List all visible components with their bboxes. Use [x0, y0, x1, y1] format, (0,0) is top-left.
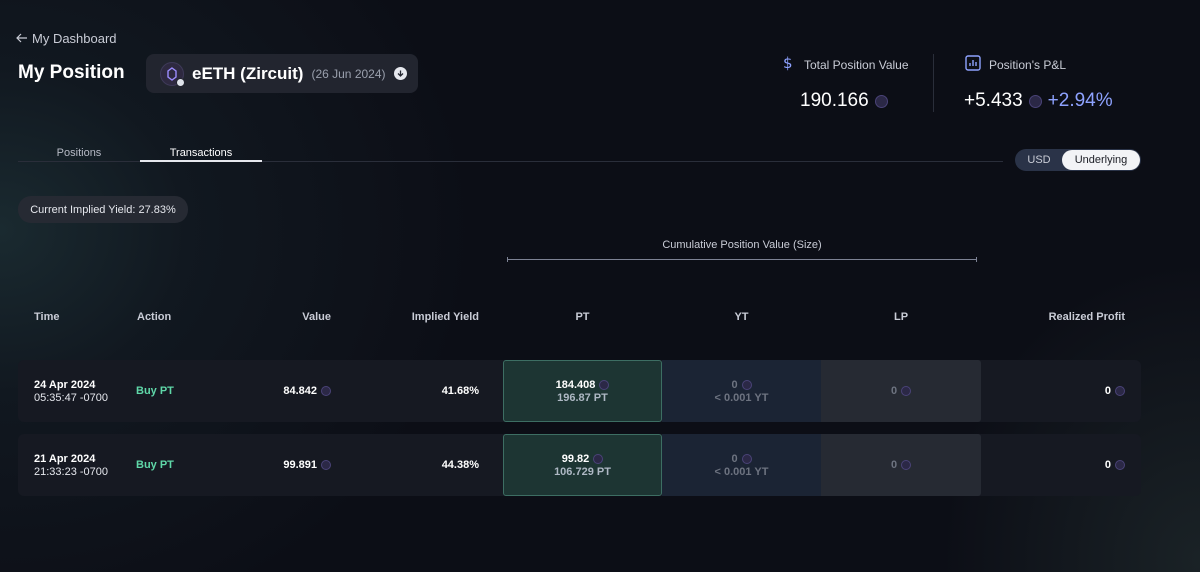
row-value-text: 99.891	[283, 459, 317, 471]
col-header-value: Value	[302, 311, 331, 323]
lp-value: 0	[890, 459, 912, 471]
col-header-lp: LP	[893, 311, 909, 323]
lp-value: 0	[890, 385, 912, 397]
market-selector[interactable]: eETH (Zircuit) (26 Jun 2024)	[146, 54, 418, 93]
lp-value-text: 0	[890, 459, 898, 471]
total-value-text: 190.166	[800, 90, 869, 111]
cumulative-position-header: Cumulative Position Value (Size)	[662, 239, 822, 251]
toggle-underlying[interactable]: Underlying	[1062, 150, 1140, 170]
stats-divider	[933, 54, 934, 112]
row-value: 84.842	[283, 385, 331, 397]
row-lp-cell: 0	[821, 434, 981, 496]
underlying-token-icon	[741, 379, 752, 390]
row-date: 24 Apr 2024	[34, 379, 96, 391]
download-icon[interactable]	[393, 67, 407, 80]
row-realized-profit: 0	[1105, 459, 1125, 471]
back-to-dashboard-link[interactable]: My Dashboard	[16, 31, 117, 46]
pt-value-text: 99.82	[561, 452, 590, 465]
tab-positions[interactable]: Positions	[18, 147, 140, 159]
yt-size: < 0.001 YT	[714, 465, 769, 478]
chain-badge-icon	[176, 77, 185, 87]
profit-text: 0	[1104, 459, 1111, 471]
pnl-percent: +2.94%	[1047, 90, 1113, 111]
row-implied-yield: 41.68%	[441, 385, 479, 397]
row-yt-cell: 0 < 0.001 YT	[662, 360, 821, 422]
table-row: 21 Apr 2024 21:33:23 -0700 Buy PT 99.891…	[18, 434, 1141, 496]
position-pnl-value: +5.433 +2.94%	[964, 90, 1113, 112]
row-time: 21:33:23 -0700	[34, 466, 109, 478]
total-position-value: 190.166	[800, 90, 888, 112]
underlying-token-icon	[901, 386, 912, 396]
toggle-usd[interactable]: USD	[1016, 150, 1062, 170]
chart-icon	[965, 55, 981, 74]
market-maturity-date: (26 Jun 2024)	[311, 66, 386, 81]
total-position-value-label: $ Total Position Value	[782, 54, 909, 74]
pt-value: 99.82	[562, 453, 604, 465]
pnl-value-text: +5.433	[964, 90, 1023, 111]
pt-size: 106.729 PT	[554, 465, 611, 478]
row-realized-profit: 0	[1105, 385, 1125, 397]
tab-transactions[interactable]: Transactions	[140, 147, 262, 159]
page-title: My Position	[18, 62, 125, 83]
row-implied-yield: 44.38%	[441, 459, 479, 471]
yt-value: 0	[731, 378, 752, 391]
col-header-implied-yield: Implied Yield	[411, 311, 479, 323]
underlying-token-icon	[741, 453, 752, 464]
pnl-label-text: Position's P&L	[989, 57, 1066, 72]
row-yt-cell: 0 < 0.001 YT	[662, 434, 821, 496]
row-lp-cell: 0	[821, 360, 981, 422]
current-implied-yield-badge: Current Implied Yield: 27.83%	[18, 196, 188, 223]
table-row: 24 Apr 2024 05:35:47 -0700 Buy PT 84.842…	[18, 360, 1141, 422]
active-tab-indicator	[140, 160, 262, 162]
arrow-left-icon	[16, 31, 28, 46]
col-header-action: Action	[137, 311, 172, 323]
row-date: 21 Apr 2024	[34, 453, 96, 465]
col-header-pt: PT	[575, 311, 590, 323]
col-header-yt: YT	[734, 311, 749, 323]
yt-value-text: 0	[731, 452, 738, 465]
back-label: My Dashboard	[32, 31, 117, 46]
pt-size: 196.87 PT	[557, 391, 608, 404]
row-pt-cell: 184.408 196.87 PT	[503, 360, 662, 422]
col-header-realized-profit: Realized Profit	[1048, 311, 1125, 323]
row-action[interactable]: Buy PT	[136, 459, 174, 471]
row-action[interactable]: Buy PT	[136, 385, 174, 397]
yt-size: < 0.001 YT	[714, 391, 769, 404]
underlying-token-icon	[1028, 94, 1042, 108]
underlying-token-icon	[593, 453, 604, 464]
underlying-token-icon	[321, 386, 331, 396]
yt-value-text: 0	[731, 378, 738, 391]
pt-value-text: 184.408	[555, 378, 596, 391]
currency-toggle[interactable]: USD Underlying	[1015, 149, 1141, 171]
market-name: eETH (Zircuit)	[192, 63, 304, 83]
underlying-token-icon	[874, 94, 888, 108]
underlying-token-icon	[599, 379, 610, 390]
pt-value: 184.408	[556, 379, 610, 391]
underlying-token-icon	[321, 460, 331, 470]
underlying-token-icon	[1115, 386, 1125, 396]
underlying-token-icon	[1115, 460, 1125, 470]
profit-text: 0	[1104, 385, 1111, 397]
row-value: 99.891	[283, 459, 331, 471]
yt-value: 0	[731, 452, 752, 465]
svg-text:$: $	[783, 55, 793, 71]
row-pt-cell: 99.82 106.729 PT	[503, 434, 662, 496]
col-header-time: Time	[34, 311, 60, 323]
row-value-text: 84.842	[283, 385, 317, 397]
dollar-icon: $	[782, 54, 796, 74]
position-pnl-label: Position's P&L	[965, 55, 1066, 74]
lp-value-text: 0	[890, 385, 898, 397]
eeth-token-icon	[160, 61, 185, 87]
underlying-token-icon	[901, 460, 912, 470]
cumulative-bracket-line	[507, 257, 977, 262]
row-time: 05:35:47 -0700	[34, 392, 109, 404]
total-label-text: Total Position Value	[804, 57, 909, 72]
